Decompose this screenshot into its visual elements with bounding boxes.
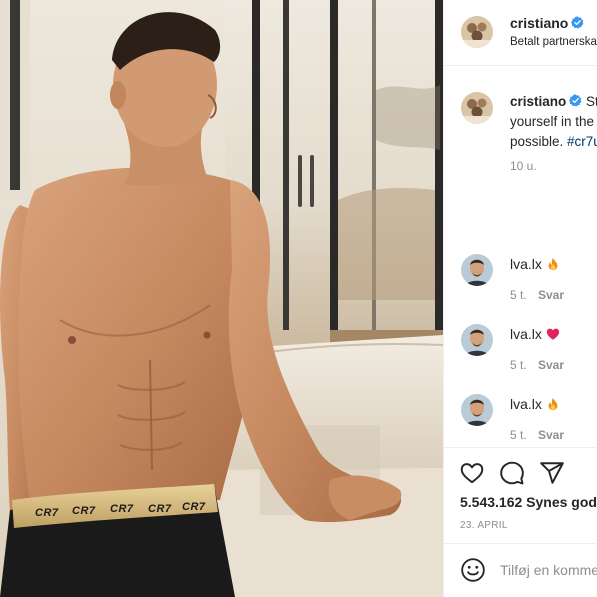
comment-item: lva.lx 5 t. Svar (444, 252, 597, 312)
waistband-logo: CR7 (35, 507, 59, 519)
post-image[interactable]: CR7 CR7 CR7 CR7 CR7 (0, 0, 443, 597)
comment-author-name[interactable]: lva.lx (510, 396, 542, 412)
comment-input[interactable] (500, 556, 597, 584)
commenter-avatar[interactable] (461, 254, 493, 286)
comment-author-name[interactable]: lva.lx (510, 326, 542, 342)
fire-emoji-icon (548, 397, 558, 411)
reply-button[interactable]: Svar (538, 358, 564, 372)
smiley-icon (461, 558, 485, 582)
comment-timestamp[interactable]: 5 t. (510, 428, 527, 442)
comment-author[interactable]: lva.lx (510, 396, 560, 412)
author-avatar[interactable] (461, 16, 493, 48)
caption-line-1: cristiano Sta (510, 92, 597, 112)
comment-timestamp[interactable]: 5 t. (510, 288, 527, 302)
commenter-avatar[interactable] (461, 394, 493, 426)
caption-hashtag-link[interactable]: #cr7u (567, 134, 597, 149)
caption-text-end: possible. (510, 134, 568, 149)
comment-item: lva.lx 5 t. Svar (444, 392, 597, 452)
reply-button[interactable]: Svar (538, 288, 564, 302)
fire-emoji-icon (548, 257, 558, 271)
caption-timestamp[interactable]: 10 u. (510, 159, 537, 173)
author-username[interactable]: cristiano (510, 15, 584, 31)
verified-badge-icon (571, 16, 584, 29)
post-date[interactable]: 23. APRIL (460, 520, 508, 531)
comment-item: lva.lx 5 t. Svar (444, 322, 597, 382)
waistband-logo: CR7 (182, 501, 206, 513)
share-button[interactable] (539, 460, 565, 486)
red-heart-emoji-icon (546, 328, 560, 340)
reply-button[interactable]: Svar (538, 428, 564, 442)
post-header: cristiano Betalt partnerskab (444, 0, 597, 66)
author-username-text[interactable]: cristiano (510, 15, 568, 31)
share-icon (540, 462, 564, 484)
like-button[interactable] (459, 460, 485, 486)
waistband-logo: CR7 (110, 503, 134, 515)
post-side-panel: cristiano Betalt partnerskab cristiano S… (443, 0, 597, 597)
comment-button[interactable] (499, 460, 525, 486)
emoji-picker-button[interactable] (460, 557, 486, 583)
post-photo-illustration: CR7 CR7 CR7 CR7 CR7 (0, 0, 443, 597)
like-count[interactable]: 5.543.162 Synes godt (460, 494, 597, 510)
heart-icon (460, 463, 484, 484)
verified-badge-icon (569, 94, 582, 107)
caption-avatar[interactable] (461, 92, 493, 124)
waistband-logo: CR7 (72, 505, 96, 517)
comment-timestamp[interactable]: 5 t. (510, 358, 527, 372)
comment-author-name[interactable]: lva.lx (510, 256, 542, 272)
caption-username[interactable]: cristiano (510, 94, 566, 109)
waistband-logo: CR7 (148, 503, 172, 515)
commenter-avatar[interactable] (461, 324, 493, 356)
comment-author[interactable]: lva.lx (510, 256, 560, 272)
comment-author[interactable]: lva.lx (510, 326, 560, 342)
caption-text: Sta (586, 94, 597, 109)
post-caption: cristiano Sta yourself in the possible. … (510, 92, 597, 152)
caption-line-2: yourself in the (510, 114, 595, 129)
post-actions: 5.543.162 Synes godt 23. APRIL (444, 447, 597, 597)
caption-line-3: possible. #cr7u (510, 132, 597, 152)
paid-partnership-label[interactable]: Betalt partnerskab (510, 36, 597, 48)
add-comment-bar (444, 543, 597, 597)
comment-icon (500, 461, 524, 485)
